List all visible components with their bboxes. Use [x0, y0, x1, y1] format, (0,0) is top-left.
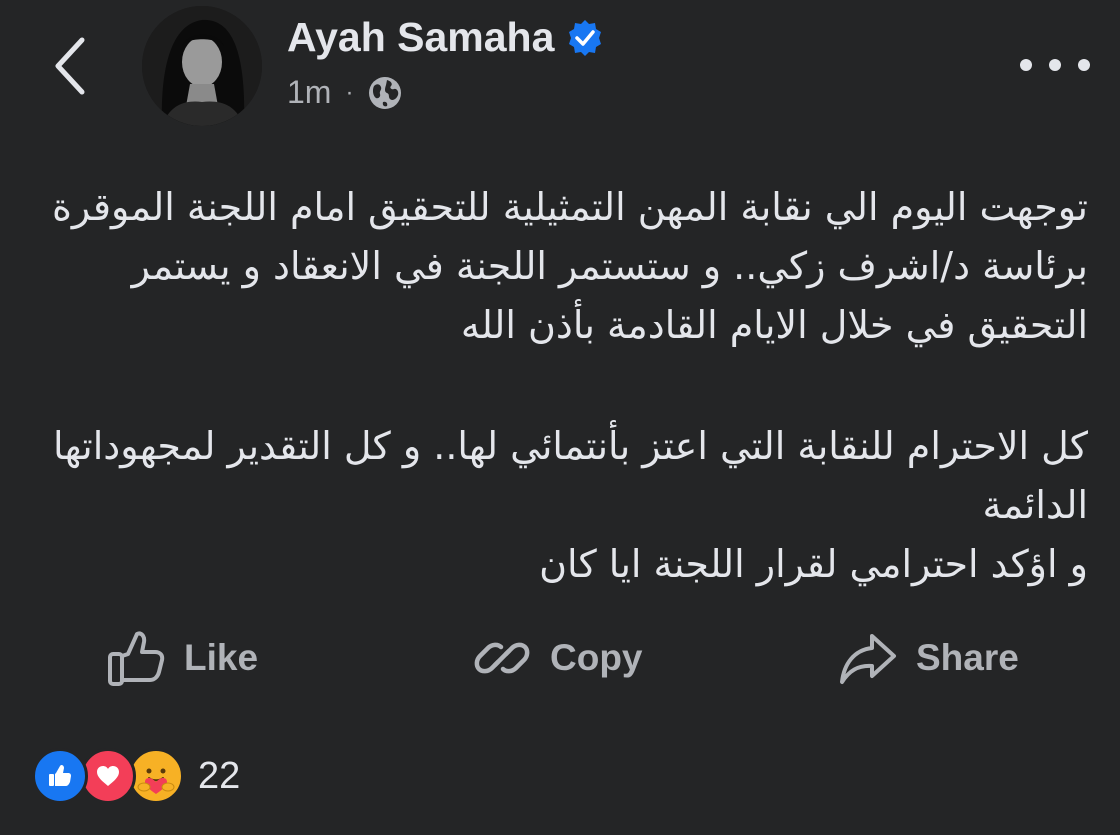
more-options-button[interactable] [1020, 40, 1090, 90]
care-reaction-icon [128, 748, 184, 804]
share-arrow-icon [838, 628, 898, 688]
post-actions-bar: Like Copy Share [0, 620, 1120, 695]
author-name-text: Ayah Samaha [287, 14, 555, 60]
more-horizontal-icon-dot-2 [1049, 59, 1061, 71]
post-meta: 1m · [287, 74, 403, 111]
like-button[interactable]: Like [106, 620, 258, 695]
post-body: توجهت اليوم الي نقابة المهن التمثيلية لل… [40, 178, 1088, 594]
thumbs-up-icon [106, 628, 166, 688]
more-horizontal-icon-dot-3 [1078, 59, 1090, 71]
back-button[interactable] [40, 30, 100, 102]
author-name[interactable]: Ayah Samaha [287, 14, 604, 61]
chevron-left-icon [55, 37, 85, 95]
share-button[interactable]: Share [838, 620, 1019, 695]
post-screen: Ayah Samaha 1m · توجهت اليوم الي نقابة ا… [0, 0, 1120, 835]
post-timestamp[interactable]: 1m [287, 74, 331, 111]
post-paragraph-3: و اؤكد احترامي لقرار اللجنة ايا كان [539, 542, 1088, 586]
avatar-image [142, 6, 262, 126]
post-paragraph-1: توجهت اليوم الي نقابة المهن التمثيلية لل… [51, 185, 1088, 347]
verified-badge-icon [566, 19, 604, 57]
share-label: Share [916, 636, 1019, 678]
link-icon [472, 628, 532, 688]
more-horizontal-icon-dot-1 [1020, 59, 1032, 71]
reactions-summary[interactable]: 22 [32, 748, 240, 804]
love-reaction-icon [80, 748, 136, 804]
globe-icon[interactable] [367, 75, 403, 111]
like-label: Like [184, 636, 259, 678]
copy-label: Copy [550, 636, 643, 678]
reaction-count: 22 [198, 754, 241, 797]
copy-button[interactable]: Copy [472, 620, 643, 695]
like-reaction-icon [32, 748, 88, 804]
meta-separator: · [345, 78, 354, 106]
avatar[interactable] [142, 6, 262, 126]
post-paragraph-2: كل الاحترام للنقابة التي اعتز بأنتمائي ل… [53, 424, 1088, 527]
